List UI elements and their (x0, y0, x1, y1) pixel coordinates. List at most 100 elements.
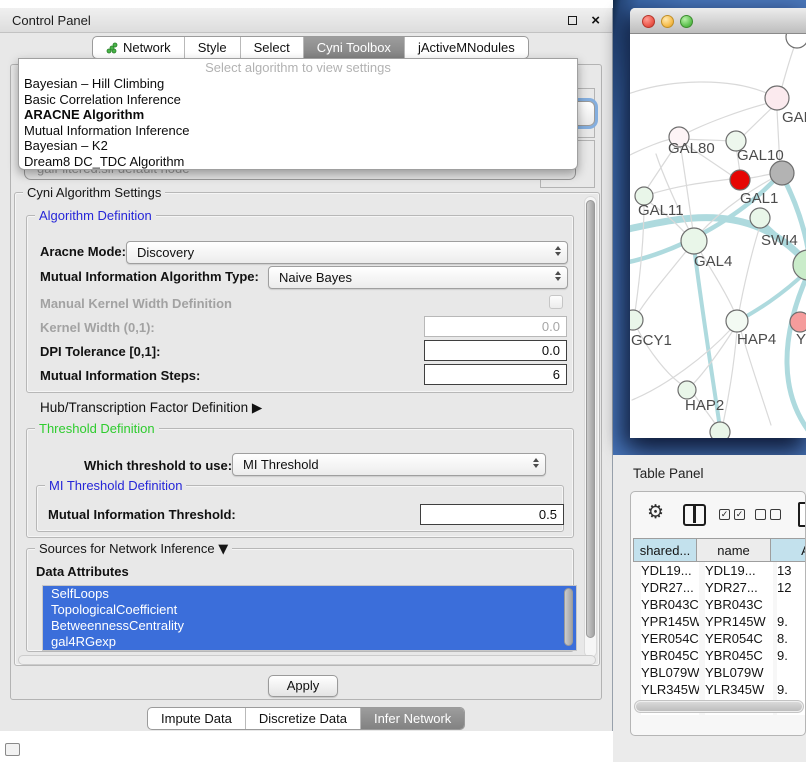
zoom-traffic-light[interactable] (680, 15, 693, 28)
table-cell[interactable]: 9. (777, 647, 806, 664)
network-node[interactable] (750, 208, 770, 228)
table-cell[interactable]: YDR27... (705, 579, 773, 596)
column-header-name[interactable]: name (697, 538, 771, 562)
network-node[interactable] (726, 310, 748, 332)
tab-select[interactable]: Select (240, 37, 303, 58)
node-label-gal4: GAL4 (694, 253, 732, 270)
manual-kernel-checkbox[interactable] (549, 295, 563, 309)
algorithm-option-bayesian-k2[interactable]: Bayesian – K2 (19, 138, 577, 154)
close-icon[interactable]: × (591, 13, 600, 28)
table-cell[interactable] (777, 596, 806, 613)
table-row-3[interactable]: YPR145WYPR145W9. (631, 613, 806, 630)
dock-panel-icon[interactable] (5, 743, 20, 756)
table-cell[interactable]: YLR345W (705, 681, 773, 698)
minimize-traffic-light[interactable] (661, 15, 674, 28)
algorithm-definition-title: Algorithm Definition (35, 208, 156, 223)
network-node[interactable] (765, 86, 789, 110)
table-cell[interactable]: YBR043C (641, 596, 699, 613)
column-header-a[interactable]: A (771, 538, 806, 562)
table-row-2[interactable]: YBR043C YBR043C (631, 596, 806, 613)
table-cell[interactable]: YPR145W (641, 613, 699, 630)
table-cell[interactable]: YBR043C (705, 596, 773, 613)
aracne-mode-combo[interactable]: Discovery (126, 241, 568, 264)
algorithm-option-bayesian-hill-climbing[interactable]: Bayesian – Hill Climbing (19, 76, 577, 92)
algorithm-option-dream8-dc-tdc-algorithm[interactable]: Dream8 DC_TDC Algorithm (19, 154, 577, 170)
mi-type-combo[interactable]: Naive Bayes (268, 266, 568, 289)
table-cell[interactable]: 12 (777, 579, 806, 596)
settings-scrollbar-thumb[interactable] (586, 200, 595, 638)
tab-network[interactable]: Network (93, 37, 184, 58)
settings-hscrollbar[interactable] (18, 655, 596, 665)
gear-icon[interactable]: ⚙ (647, 501, 664, 523)
mi-steps-field[interactable] (424, 364, 567, 385)
table-cell[interactable]: YLR345W (641, 681, 699, 698)
float-window-icon[interactable] (568, 16, 577, 25)
column-header-shared[interactable]: shared... (633, 538, 697, 562)
algorithm-option-mutual-information-inference[interactable]: Mutual Information Inference (19, 123, 577, 139)
table-cell[interactable]: YDL19... (641, 562, 699, 579)
tab-discretize-data[interactable]: Discretize Data (245, 708, 360, 729)
which-threshold-combo[interactable]: MI Threshold (232, 453, 546, 476)
tab-label: Style (198, 40, 227, 55)
tab-style[interactable]: Style (184, 37, 240, 58)
table-row-0[interactable]: YDL19...YDL19...13 (631, 562, 806, 579)
table-row-7[interactable]: YLR345WYLR345W9. (631, 681, 806, 698)
table-cell[interactable]: 9. (777, 613, 806, 630)
table-cell[interactable]: YER054C (641, 630, 699, 647)
table-cell[interactable]: 13 (777, 562, 806, 579)
network-node[interactable] (786, 34, 806, 48)
network-graph[interactable]: GALGAL80GAL10GAL1GAL11GAL4SWI4GCY1HAP4YH… (630, 34, 806, 438)
network-node[interactable] (630, 310, 643, 330)
table-cell[interactable] (777, 664, 806, 681)
network-node[interactable] (790, 312, 806, 332)
network-node[interactable] (730, 170, 750, 190)
network-node[interactable] (681, 228, 707, 254)
attribute-list-item-selfloops[interactable]: SelfLoops (43, 586, 576, 602)
close-traffic-light[interactable] (642, 15, 655, 28)
algorithm-option-basic-correlation-inference[interactable]: Basic Correlation Inference (19, 92, 577, 108)
apply-button[interactable]: Apply (268, 675, 338, 697)
table-row-5[interactable]: YBR045CYBR045C9. (631, 647, 806, 664)
sources-title-text: Sources for Network Inference (39, 541, 215, 556)
combo-arrows-icon (555, 271, 561, 281)
tab-impute-data[interactable]: Impute Data (148, 708, 245, 729)
tab-jactivemnodules[interactable]: jActiveMNodules (404, 37, 528, 58)
table-cell[interactable]: YPR145W (705, 613, 773, 630)
select-all-checkbox-icon[interactable]: ✓ (719, 509, 730, 520)
network-node[interactable] (770, 161, 794, 185)
table-cell[interactable]: 9. (777, 681, 806, 698)
dpi-tolerance-field[interactable] (424, 340, 567, 361)
network-window-titlebar[interactable] (630, 8, 806, 34)
network-node[interactable] (710, 422, 730, 438)
hub-definition-toggle[interactable]: Hub/Transcription Factor Definition ▶ (40, 400, 262, 416)
attribute-list-item-gal4rgexp[interactable]: gal4RGexp (43, 634, 576, 650)
table-cell[interactable]: YBR045C (641, 647, 699, 664)
deselect-checkbox-icon[interactable] (755, 509, 766, 520)
deselect-checkbox-icon-2[interactable] (770, 509, 781, 520)
table-cell[interactable]: YDR27... (641, 579, 699, 596)
table-row-4[interactable]: YER054CYER054C8. (631, 630, 806, 647)
table-cell[interactable]: YBL079W (641, 664, 699, 681)
table-row-1[interactable]: YDR27...YDR27...12 (631, 579, 806, 596)
table-row-6[interactable]: YBL079W YBL079W (631, 664, 806, 681)
control-panel-titlebar: Control Panel × (0, 8, 612, 33)
attribute-list-item-topologicalcoefficient[interactable]: TopologicalCoefficient (43, 602, 576, 618)
table-cell[interactable]: YDL19... (705, 562, 773, 579)
tab-infer-network[interactable]: Infer Network (360, 708, 464, 729)
attribute-list-item-betweennesscentrality[interactable]: BetweennessCentrality (43, 618, 576, 634)
column-layout-icon[interactable] (683, 504, 706, 526)
table-cell[interactable]: YBL079W (705, 664, 773, 681)
mi-threshold-field[interactable] (420, 504, 564, 525)
list-scrollbar-thumb[interactable] (564, 588, 573, 646)
table-cell[interactable]: YBR045C (705, 647, 773, 664)
table-cell[interactable]: YER054C (705, 630, 773, 647)
tab-cyni-toolbox[interactable]: Cyni Toolbox (303, 37, 404, 58)
control-panel-window: Control Panel × Network Style SelectCyni T… (0, 8, 613, 731)
export-table-icon[interactable] (798, 502, 806, 527)
expanded-arrow-icon[interactable]: ▼ (218, 542, 228, 557)
select-all-checkbox-icon-2[interactable]: ✓ (734, 509, 745, 520)
node-label-gal80: GAL80 (668, 140, 715, 157)
table-hscrollbar-thumb[interactable] (636, 702, 802, 711)
table-cell[interactable]: 8. (777, 630, 806, 647)
algorithm-option-aracne-algorithm[interactable]: ARACNE Algorithm (19, 107, 577, 123)
